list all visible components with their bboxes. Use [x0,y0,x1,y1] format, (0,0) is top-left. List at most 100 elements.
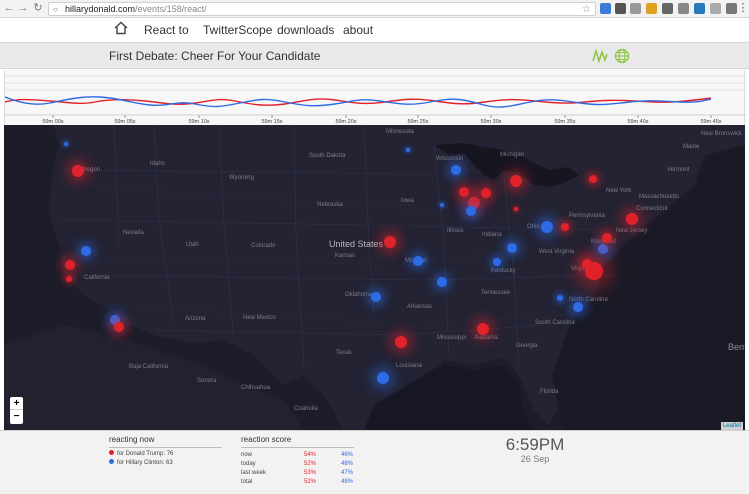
map-place-label: South Dakota [309,153,346,159]
map-place-label: Vermont [667,167,690,173]
trump-reaction-dot [384,236,396,248]
score-trump-value: 53% [304,470,317,476]
extension-icon[interactable] [710,3,721,14]
clinton-color-dot [109,459,114,464]
map-place-label: New Jersey [616,228,648,234]
clinton-reaction-dot [573,302,583,312]
map-place-label: United States [329,239,384,249]
trump-reaction-dot [582,259,592,269]
score-row-label: today [241,461,256,467]
clinton-reaction-dot [451,165,461,175]
back-icon[interactable]: ← [2,1,16,16]
waveform-icon[interactable] [592,48,608,64]
app-window: ← → ↻ ○ hillarydonald.com/events/158/rea… [0,0,749,494]
clinton-reaction-dot [493,258,501,266]
address-bar[interactable]: ○ hillarydonald.com/events/158/react/ ☆ [48,2,596,16]
nav-link-twitterscope[interactable]: TwitterScope [203,22,272,38]
site-navigation: React to TwitterScope downloads about [0,18,749,42]
reaction-timeline-chart: 59m 00s 59m 05s 59m 10s 59m 15s 59m 20s 59m 2… [4,70,746,125]
reaction-map[interactable]: Minnesota Oregon Idaho South Dakota Wisconsi… [4,125,745,430]
map-place-label: Texas [336,350,352,356]
trump-reaction-dot [114,322,124,332]
reload-icon[interactable]: ↻ [31,1,45,16]
leaflet-attribution-link[interactable]: Leaflet [720,422,743,430]
map-place-label: Ohio [527,224,540,230]
nav-link-about[interactable]: about [343,22,373,38]
extension-icon[interactable] [600,3,611,14]
score-trump-value: 54% [304,452,317,458]
trump-reaction-dot [477,323,489,335]
timeline-svg: 59m 00s 59m 05s 59m 10s 59m 15s 59m 20s 59m 2… [5,75,746,125]
zoom-out-button[interactable]: − [10,410,23,423]
nav-link-react-to[interactable]: React to [144,22,189,38]
extension-icon[interactable] [694,3,705,14]
map-place-label: Nevada [123,230,144,236]
event-title-bar: First Debate: Cheer For Your Candidate [0,42,749,69]
trump-reaction-dot [589,175,597,183]
clinton-reaction-dot [507,243,517,253]
map-place-label: Coahuila [294,406,318,412]
map-place-label: Arizona [185,316,206,322]
reacting-now-clinton: for Hillary Clinton: 63 [109,459,173,467]
clinton-reaction-dot [557,295,563,301]
trump-reaction-dot [395,336,407,348]
map-place-label: Chihuahua [241,385,271,391]
map-place-label: Indiana [482,232,502,238]
trump-reaction-dot [481,188,491,198]
url-path: /events/158/react/ [135,4,207,14]
map-place-label: New York [606,188,632,194]
extension-icon[interactable] [662,3,673,14]
forward-icon[interactable]: → [16,1,30,16]
extension-icon[interactable] [646,3,657,14]
trump-reaction-dot [72,165,84,177]
map-place-label: California [84,275,110,281]
zoom-in-button[interactable]: + [10,397,23,410]
clinton-reaction-dot [598,244,608,254]
map-place-label: South Carolina [535,320,575,326]
page-info-icon[interactable]: ○ [53,5,62,14]
clinton-reaction-dot [413,256,423,266]
trump-reaction-dot [66,276,72,282]
clinton-reaction-dot [406,148,410,152]
map-place-label: Wisconsin [436,156,464,162]
page-title: First Debate: Cheer For Your Candidate [109,49,321,63]
clock-time: 6:59PM [505,435,565,454]
map-place-label: West Virginia [539,249,575,255]
trump-reaction-dot [65,260,75,270]
map-place-label: Maine [683,144,700,150]
bookmark-star-icon[interactable]: ☆ [582,3,591,16]
map-place-label: Arkansas [407,304,433,310]
menu-icon[interactable]: ⋮ [736,1,749,16]
map-place-label: Iowa [401,198,414,204]
trump-reaction-dot [602,233,612,243]
globe-icon[interactable] [614,48,630,64]
map-place-label: Colorado [251,243,276,249]
map-place-label: Pennsylvania [569,213,605,219]
clock-date: 26 Sep [520,454,550,464]
trump-reaction-dot [459,187,469,197]
extension-icon[interactable] [630,3,641,14]
map-place-label: Idaho [150,161,166,167]
map-place-label: Louisiana [396,363,422,369]
zoom-control: + − [10,397,23,424]
extension-icon[interactable] [615,3,626,14]
trump-reaction-dot [510,175,522,187]
map-place-label: Wyoming [229,175,254,181]
map-place-label: Oklahoma [345,292,373,298]
map-place-label: New Brunswick [701,131,743,137]
map-place-label: Michigan [500,152,525,158]
reacting-now-trump-label: for Donald Trump: 76 [117,451,174,457]
map-place-label: Nebraska [317,202,343,208]
clinton-reaction-dot [371,292,381,302]
trump-reaction-dot [626,213,638,225]
home-icon[interactable] [113,21,129,35]
nav-link-downloads[interactable]: downloads [277,22,334,38]
extension-icon[interactable] [678,3,689,14]
timeline-ticks: 59m 00s 59m 05s 59m 10s 59m 15s 59m 20s 59m 2… [42,115,722,125]
map-place-label: Alabama [474,335,498,341]
clinton-reaction-dot [377,372,389,384]
browser-toolbar: ← → ↻ ○ hillarydonald.com/events/158/rea… [0,0,749,18]
map-place-label: Minnesota [386,129,414,135]
map-place-label: Mississippi [437,335,467,341]
score-trump-value: 52% [304,461,317,467]
